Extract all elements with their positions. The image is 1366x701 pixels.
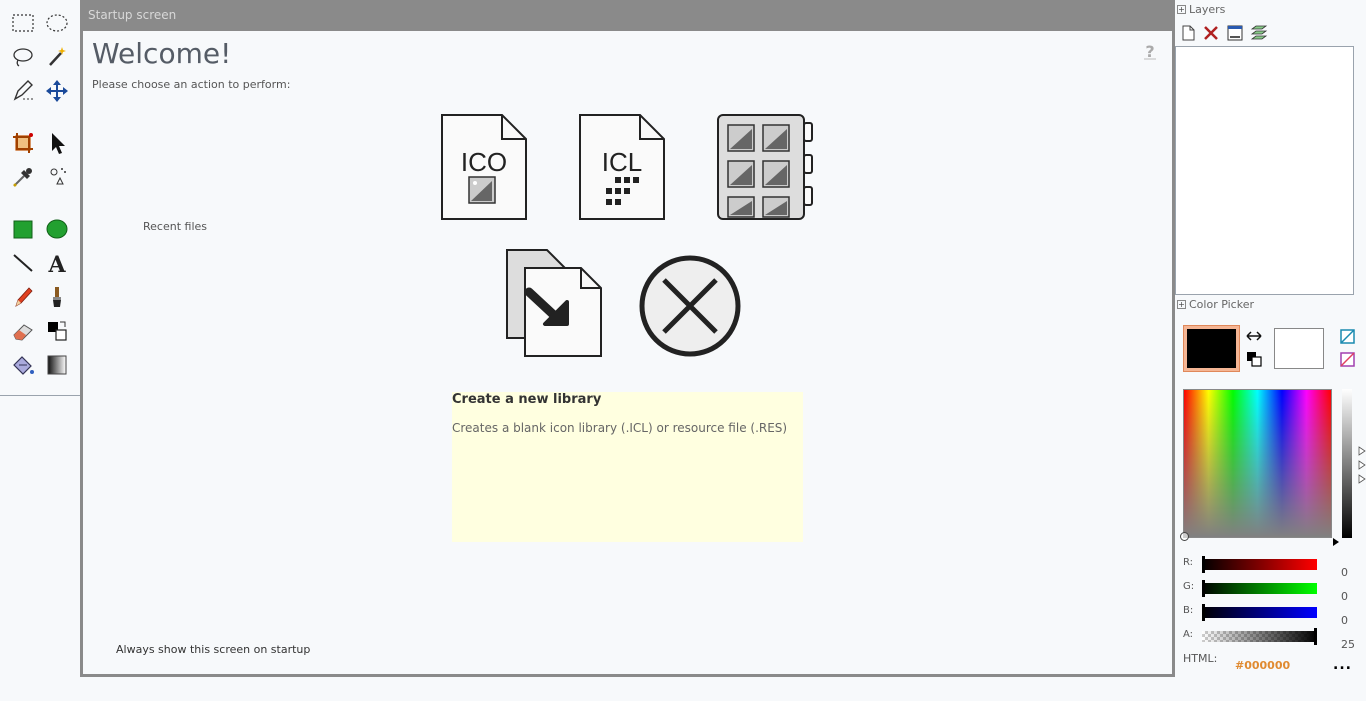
app-window: A Startup screen Welcome! Please choose … <box>0 0 1366 701</box>
magic-wand-icon[interactable] <box>43 43 71 71</box>
expand-icon: + <box>1177 5 1186 14</box>
pointer-icon[interactable] <box>43 129 71 157</box>
rectangle-icon[interactable] <box>9 215 37 243</box>
recent-files-label: Recent files <box>143 220 207 233</box>
toolbox: A <box>0 0 80 396</box>
action-info-box: Create a new library Creates a blank ico… <box>452 392 803 542</box>
layers-header[interactable]: + Layers <box>1177 3 1225 16</box>
color-picker-header-label: Color Picker <box>1189 298 1254 311</box>
merge-layers-icon[interactable] <box>1250 24 1268 42</box>
red-slider[interactable] <box>1202 556 1317 573</box>
green-slider[interactable] <box>1202 580 1317 597</box>
red-value[interactable]: 0 <box>1341 566 1348 579</box>
more-colors-button[interactable]: ... <box>1333 657 1352 673</box>
welcome-heading: Welcome! <box>92 37 232 70</box>
dialog-title: Startup screen <box>88 8 177 22</box>
alpha-value[interactable]: 25 <box>1341 638 1355 651</box>
ico-label: ICO <box>460 147 508 177</box>
info-title: Create a new library <box>452 392 602 407</box>
swap-colors-icon[interactable] <box>1246 328 1262 342</box>
brush-icon[interactable] <box>43 283 71 311</box>
html-color-input[interactable] <box>1235 659 1315 672</box>
green-label: G: <box>1183 581 1195 592</box>
color-picker-tool-icon[interactable] <box>9 163 37 191</box>
fill-bucket-icon[interactable] <box>9 351 37 379</box>
transparent-primary-icon[interactable] <box>1340 329 1355 344</box>
delete-layer-icon[interactable] <box>1202 24 1220 42</box>
layer-properties-icon[interactable] <box>1226 24 1244 42</box>
help-icon[interactable]: ? <box>1140 41 1160 61</box>
dialog-body: Welcome! Please choose an action to perf… <box>83 31 1172 674</box>
transparent-secondary-icon[interactable] <box>1340 352 1355 367</box>
blue-value[interactable]: 0 <box>1341 614 1348 627</box>
blue-slider[interactable] <box>1202 604 1317 621</box>
spectrum-arrow-icon <box>1332 532 1340 551</box>
crop-icon[interactable] <box>9 129 37 157</box>
startup-dialog: Startup screen Welcome! Please choose an… <box>80 0 1175 677</box>
move-icon[interactable] <box>43 77 71 105</box>
layers-list[interactable] <box>1175 46 1354 295</box>
color-spectrum[interactable] <box>1183 389 1332 538</box>
new-layer-icon[interactable] <box>1179 24 1197 42</box>
color-picker-header[interactable]: + Color Picker <box>1177 298 1254 311</box>
value-arrow-icon <box>1358 446 1366 490</box>
svg-text:A: A <box>47 252 66 276</box>
red-label: R: <box>1183 557 1194 568</box>
clone-stamp-icon[interactable] <box>43 163 71 191</box>
expand-icon: + <box>1177 300 1186 309</box>
info-description: Creates a blank icon library (.ICL) or r… <box>452 421 788 435</box>
secondary-color-swatch[interactable] <box>1274 328 1324 369</box>
svg-text:?: ? <box>1145 42 1154 61</box>
icl-label: ICL <box>601 147 643 177</box>
green-value[interactable]: 0 <box>1341 590 1348 603</box>
pencil-icon[interactable] <box>9 283 37 311</box>
lasso-select-icon[interactable] <box>9 43 37 71</box>
ellipse-select-icon[interactable] <box>43 9 71 37</box>
html-label: HTML: <box>1183 652 1218 665</box>
rectangle-select-icon[interactable] <box>9 9 37 37</box>
right-panels: + Layers + Color Picker R: 0 G: 0 B: 0 A… <box>1175 0 1366 701</box>
layers-header-label: Layers <box>1189 3 1226 16</box>
color-replace-icon[interactable] <box>43 317 71 345</box>
alpha-slider[interactable] <box>1202 628 1317 645</box>
brightness-slider[interactable] <box>1342 389 1352 538</box>
open-library-button[interactable] <box>716 113 814 221</box>
subtitle: Please choose an action to perform: <box>92 78 291 91</box>
line-icon[interactable] <box>9 249 37 277</box>
alpha-label: A: <box>1183 629 1194 640</box>
import-button[interactable] <box>505 248 603 358</box>
reset-colors-icon[interactable] <box>1246 351 1262 367</box>
spectrum-cursor[interactable] <box>1180 532 1189 541</box>
eraser-icon[interactable] <box>9 317 37 345</box>
text-icon[interactable]: A <box>43 249 71 277</box>
ellipse-icon[interactable] <box>43 215 71 243</box>
new-icon-button[interactable]: ICO <box>440 113 528 221</box>
pen-select-icon[interactable] <box>9 77 37 105</box>
blue-label: B: <box>1183 605 1194 616</box>
always-show-checkbox[interactable]: Always show this screen on startup <box>116 643 310 656</box>
close-startup-button[interactable] <box>639 255 741 357</box>
gradient-icon[interactable] <box>43 351 71 379</box>
new-library-button[interactable]: ICL <box>578 113 666 221</box>
primary-color-swatch[interactable] <box>1183 325 1240 372</box>
